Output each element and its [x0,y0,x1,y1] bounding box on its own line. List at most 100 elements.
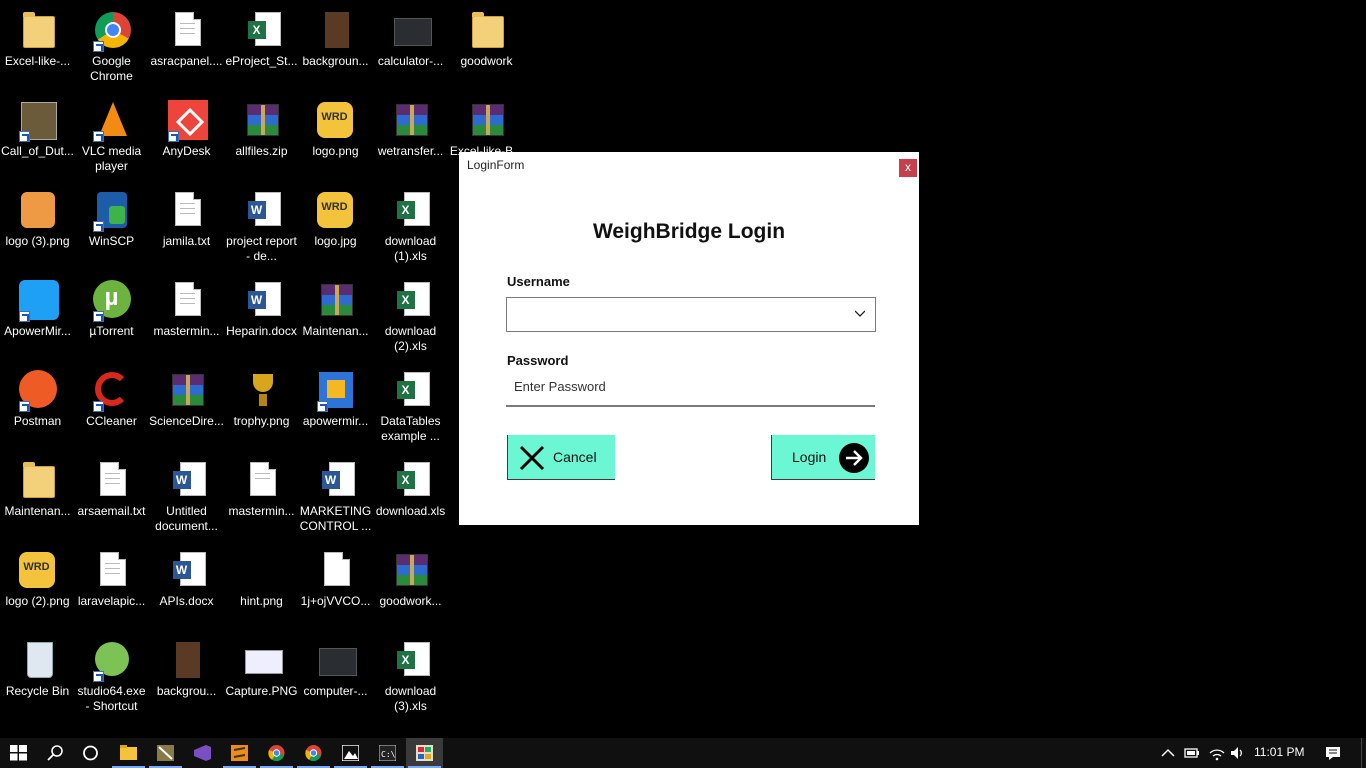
desktop-icon-ccleaner[interactable]: CCleaner [74,364,149,450]
desktop-icon-wetransfer[interactable]: wetransfer... [373,94,448,180]
desktop-icon-studio64[interactable]: studio64.exe - Shortcut [74,634,149,720]
taskbar-file-explorer[interactable] [110,738,147,768]
desktop-icon-sciencedirect[interactable]: ScienceDire... [149,364,224,450]
start-button[interactable] [0,738,37,768]
chrome-icon [91,10,133,52]
desktop-icon-download1[interactable]: X download (1).xls [373,184,448,270]
taskbar: C:\ 11:01 PM [0,738,1366,768]
close-button[interactable]: x [899,159,917,177]
desktop-icon-allfiles-zip[interactable]: allfiles.zip [224,94,299,180]
login-label: Login [792,449,827,465]
desktop-icon-maintenance-rar[interactable]: Maintenan... [298,274,373,360]
excel-file-icon: X [241,10,283,52]
taskbar-sublime-text[interactable] [221,738,258,768]
search-button[interactable] [37,738,74,768]
desktop-icon-download2[interactable]: X download (2).xls [373,274,448,360]
desktop-icon-logo2[interactable]: logo (2).png [0,544,75,630]
desktop-icon-download3[interactable]: X download (3).xls [373,634,448,720]
chevron-down-icon [855,310,865,317]
search-icon [47,745,63,761]
desktop-icon-mastermind[interactable]: mastermin... [149,274,224,360]
file-icon [315,550,357,592]
visual-studio-icon [194,745,211,761]
desktop-icon-logo-jpg[interactable]: logo.jpg [298,184,373,270]
password-input[interactable]: Enter Password [506,372,875,407]
desktop-icon-asracpanel[interactable]: asracpanel.... [149,4,224,90]
text-file-icon [166,10,208,52]
task-view-button[interactable] [72,738,109,768]
taskbar-chrome-2[interactable] [295,738,332,768]
clock[interactable]: 11:01 PM [1254,745,1304,759]
desktop-icon-logo-png[interactable]: logo.png [298,94,373,180]
desktop-icon-excel-like-folder[interactable]: Excel-like-... [0,4,75,90]
desktop-icon-goodwork-rar[interactable]: goodwork... [373,544,448,630]
cancel-button[interactable]: Cancel [507,435,615,480]
taskbar-chrome[interactable] [258,738,295,768]
desktop-icon-call-of-duty[interactable]: Call_of_Dut... [0,94,75,180]
desktop-icon-recycle-bin[interactable]: Recycle Bin [0,634,75,720]
password-label: Password [507,353,569,368]
apowermirror-icon [17,280,59,322]
desktop-icon-1j-file[interactable]: 1j+ojVVCO... [298,544,373,630]
desktop-icon-goodwork[interactable]: goodwork [449,4,524,90]
app-window-icon [416,745,433,761]
desktop-icon-heparin[interactable]: W Heparin.docx [224,274,299,360]
desktop-icon-eproject[interactable]: X eProject_St... [224,4,299,90]
archive-icon [315,280,357,322]
desktop-icon-google-chrome[interactable]: Google Chrome [74,4,149,90]
chrome-icon [305,745,322,761]
archive-icon [390,100,432,142]
chevron-up-icon[interactable] [1160,745,1176,761]
login-button[interactable]: Login [771,435,875,480]
battery-icon[interactable] [1184,745,1200,761]
desktop-icon-background[interactable]: backgroun... [298,4,373,90]
text-file-icon [91,460,133,502]
volume-icon[interactable] [1230,745,1246,761]
desktop-icon-download-xls[interactable]: X download.xls [373,454,448,540]
desktop-icon-utorrent[interactable]: µTorrent [74,274,149,360]
desktop-icon-vlc[interactable]: VLC media player [74,94,149,180]
desktop-icon-marketing-control[interactable]: W MARKETING CONTROL ... [298,454,373,540]
close-x-icon [519,445,545,471]
postman-icon [17,370,59,412]
folder-icon [17,10,59,52]
image-icon [17,190,59,232]
image-icon [315,10,357,52]
taskbar-command-prompt[interactable]: C:\ [369,738,406,768]
desktop-icon-laravelapic[interactable]: laravelapic... [74,544,149,630]
taskbar-app[interactable] [147,738,184,768]
desktop-icon-maintenance-folder[interactable]: Maintenan... [0,454,75,540]
desktop-icon-postman[interactable]: Postman [0,364,75,450]
show-desktop-button[interactable] [1361,738,1366,768]
username-dropdown[interactable] [506,297,876,332]
desktop-icon-computer[interactable]: computer-... [298,634,373,720]
desktop-icon-hint[interactable]: hint.png [224,544,299,630]
notifications-icon[interactable] [1325,745,1341,761]
taskbar-photos[interactable] [332,738,369,768]
game-icon [17,100,59,142]
desktop-icon-winscp[interactable]: WinSCP [74,184,149,270]
desktop-icon-apowermirror-setup[interactable]: apowermir... [298,364,373,450]
image-icon [241,640,283,682]
taskbar-visual-studio[interactable] [184,738,221,768]
desktop-icon-untitled-document[interactable]: W Untitled document... [149,454,224,540]
desktop-icon-datatables[interactable]: X DataTables example ... [373,364,448,450]
desktop-icon-jamila[interactable]: jamila.txt [149,184,224,270]
desktop-icon-capture[interactable]: Capture.PNG [224,634,299,720]
desktop-icon-logo3[interactable]: logo (3).png [0,184,75,270]
task-view-icon [83,745,98,761]
desktop-icon-trophy[interactable]: trophy.png [224,364,299,450]
desktop-icon-apowermirror[interactable]: ApowerMir... [0,274,75,360]
desktop-icon-arsaemail[interactable]: arsaemail.txt [74,454,149,540]
wifi-icon[interactable] [1209,745,1225,761]
desktop-icon-apis-docx[interactable]: W APIs.docx [149,544,224,630]
taskbar-weighbridge-app[interactable] [406,738,443,768]
desktop-icon-calculator[interactable]: calculator-... [373,4,448,90]
excel-file-icon: X [390,640,432,682]
image-icon [315,100,357,142]
word-document-icon: W [241,280,283,322]
desktop-icon-background2[interactable]: backgrou... [149,634,224,720]
desktop-icon-project-report[interactable]: W project report - de... [224,184,299,270]
desktop-icon-anydesk[interactable]: AnyDesk [149,94,224,180]
desktop-icon-mastermind2[interactable]: mastermin... [224,454,299,540]
